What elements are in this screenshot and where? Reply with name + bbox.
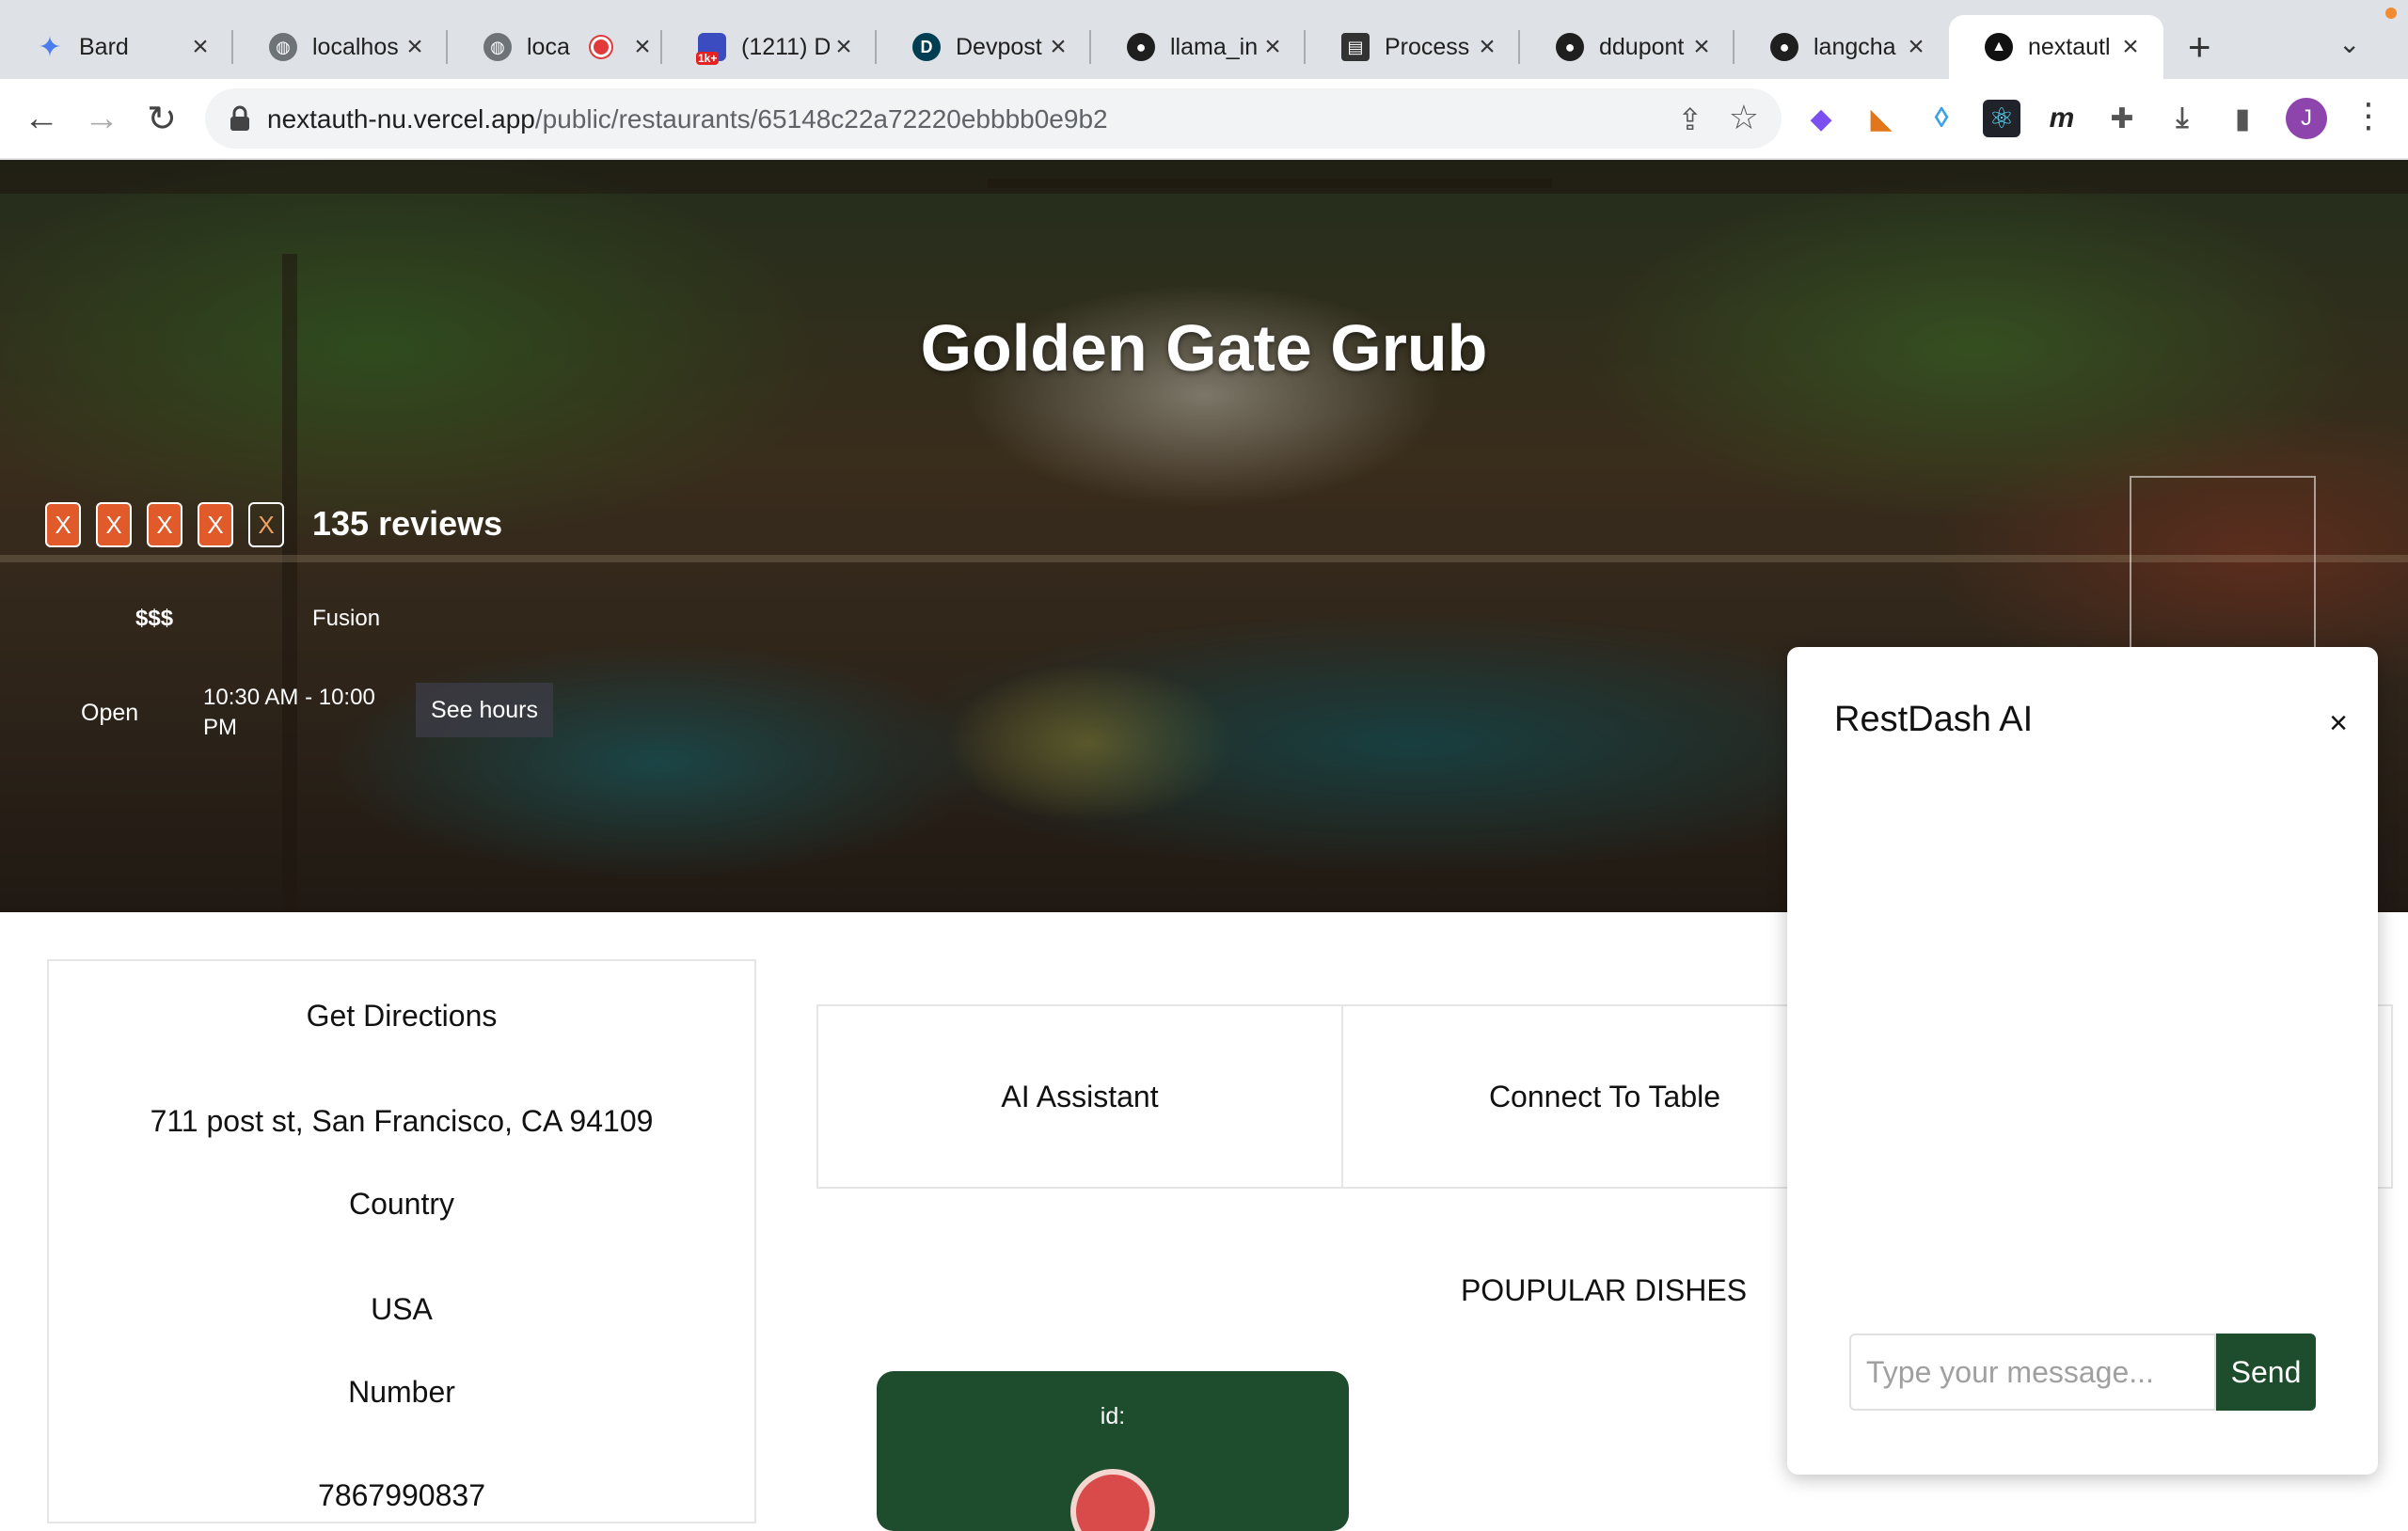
tab-title: (1211) D (741, 33, 830, 60)
tab-title: llama_in (1170, 33, 1259, 60)
kebab-menu-icon[interactable]: ⋮ (2352, 96, 2385, 135)
sparkle-icon: ✦ (38, 31, 62, 63)
github-icon: ● (1556, 33, 1584, 61)
notebook-icon: ▤ (1341, 33, 1370, 61)
chat-message-input[interactable] (1849, 1334, 2216, 1411)
new-tab-button[interactable]: + (2188, 24, 2211, 70)
url-host: nextauth-nu.vercel.app (267, 104, 535, 134)
tab-title: ddupont (1599, 33, 1685, 60)
tab-title: loca (527, 33, 570, 60)
close-icon[interactable]: × (1687, 31, 1716, 63)
tab-title: localhos (312, 33, 399, 60)
restdash-ai-chat-panel: RestDash AI × Send (1787, 647, 2378, 1475)
close-icon[interactable]: × (628, 31, 657, 63)
close-icon[interactable]: × (401, 31, 429, 63)
devpost-icon: D (912, 33, 941, 61)
download-icon[interactable]: ⤓ (2163, 100, 2201, 137)
chevron-down-icon[interactable]: ⌄ (2338, 28, 2360, 59)
country-label: Country (348, 1187, 455, 1221)
review-count: 135 reviews (312, 504, 503, 543)
tab-bard[interactable]: ✦ Bard × (0, 15, 233, 79)
lock-icon (230, 105, 249, 131)
number-label: Number (348, 1375, 455, 1409)
close-icon[interactable]: × (1259, 31, 1287, 63)
tab-github-langchain[interactable]: ● langcha × (1735, 15, 1949, 79)
connect-to-table-label: Connect To Table (1488, 1079, 1721, 1113)
hero-image-frame (2130, 476, 2316, 664)
rating-star-icon: X (147, 502, 182, 547)
close-icon[interactable]: × (2116, 31, 2145, 63)
ai-assistant-button[interactable]: AI Assistant (816, 1004, 1343, 1189)
m-extension-icon[interactable]: m (2043, 100, 2081, 137)
see-hours-button[interactable]: See hours (416, 683, 553, 737)
bookmark-extension-icon[interactable]: ◆ (1802, 100, 1840, 137)
vercel-icon: ▲ (1985, 33, 2013, 61)
rating-star-icon: X (45, 502, 81, 547)
react-devtools-icon[interactable]: ⚛ (1983, 100, 2020, 137)
recording-icon (591, 37, 611, 57)
dish-id-label: id: (1100, 1403, 1126, 1429)
tab-github-ddupont[interactable]: ● ddupont × (1520, 15, 1735, 79)
chat-title: RestDash AI (1834, 700, 2034, 739)
sidepanel-icon[interactable]: ▮ (2224, 100, 2261, 137)
close-icon[interactable]: × (830, 31, 858, 63)
forward-arrow-icon[interactable]: → (79, 96, 124, 141)
close-icon[interactable]: × (2329, 705, 2348, 742)
dish-image (1070, 1469, 1155, 1531)
tab-title: langcha (1814, 33, 1896, 60)
recording-indicator (2385, 8, 2397, 19)
ai-assistant-label: AI Assistant (1001, 1079, 1159, 1113)
droplet-icon[interactable]: ◊ (1923, 100, 1960, 137)
tab-title: Devpost (956, 33, 1042, 60)
reload-icon[interactable]: ↻ (139, 96, 184, 141)
metamask-icon[interactable]: ◣ (1862, 100, 1900, 137)
restaurant-info-card: Get Directions 711 post st, San Francisc… (47, 959, 756, 1523)
close-icon[interactable]: × (1902, 31, 1930, 63)
globe-icon: ◍ (269, 33, 297, 61)
address-text: 711 post st, San Francisco, CA 94109 (150, 1104, 654, 1138)
back-arrow-icon[interactable]: ← (19, 96, 64, 141)
rating-star-icon: X (96, 502, 132, 547)
close-icon[interactable]: × (1044, 31, 1072, 63)
open-status: Open (81, 700, 139, 726)
price-level: $$$ (135, 606, 174, 631)
address-bar[interactable]: nextauth-nu.vercel.app/public/restaurant… (205, 88, 1782, 149)
phone-number: 7867990837 (318, 1478, 485, 1512)
tab-nextauth-active[interactable]: ▲ nextautl × (1949, 15, 2163, 79)
tab-localhost-2[interactable]: ◍ loca × (448, 15, 662, 79)
tab-devpost[interactable]: D Devpost × (877, 15, 1091, 79)
github-icon: ● (1770, 33, 1798, 61)
rating-stars: X X X X X (45, 502, 284, 547)
puzzle-icon[interactable]: ✚ (2103, 100, 2141, 137)
tab-process[interactable]: ▤ Process × (1306, 15, 1520, 79)
share-icon[interactable]: ⇪ (1677, 102, 1703, 137)
close-icon[interactable]: × (186, 31, 214, 63)
close-icon[interactable]: × (1473, 31, 1501, 63)
globe-icon: ◍ (483, 33, 512, 61)
cuisine-type: Fusion (312, 606, 381, 631)
rating-star-empty-icon: X (248, 502, 284, 547)
url-path: /public/restaurants/65148c22a72220ebbbb0… (534, 104, 1108, 134)
rating-star-icon: X (198, 502, 233, 547)
tab-title: nextautl (2028, 33, 2111, 60)
browser-toolbar: ← → ↻ nextauth-nu.vercel.app/public/rest… (0, 79, 2408, 160)
send-button[interactable]: Send (2216, 1334, 2316, 1411)
url-text: nextauth-nu.vercel.app/public/restaurant… (267, 104, 1108, 134)
tab-title: Bard (79, 33, 129, 60)
dish-card[interactable]: id: (877, 1371, 1349, 1531)
bookmark-star-icon[interactable]: ☆ (1729, 98, 1759, 137)
badge-icon: 1k+ (696, 33, 726, 65)
notification-badge: 1k+ (696, 52, 720, 65)
profile-avatar[interactable]: J (2286, 98, 2327, 139)
opening-hours: 10:30 AM - 10:00 PM (203, 685, 375, 740)
tab-github-llama[interactable]: ● llama_in × (1091, 15, 1306, 79)
tab-localhost-1[interactable]: ◍ localhos × (233, 15, 448, 79)
get-directions-link[interactable]: Get Directions (49, 999, 754, 1034)
restaurant-name: Golden Gate Grub (920, 311, 1488, 385)
country-value: USA (371, 1292, 433, 1326)
github-icon: ● (1127, 33, 1155, 61)
tab-youtube[interactable]: 1k+ (1211) D × (662, 15, 877, 79)
tab-title: Process (1385, 33, 1470, 60)
tab-strip: ✦ Bard × ◍ localhos × ◍ loca × 1k+ (1211… (0, 0, 2408, 79)
